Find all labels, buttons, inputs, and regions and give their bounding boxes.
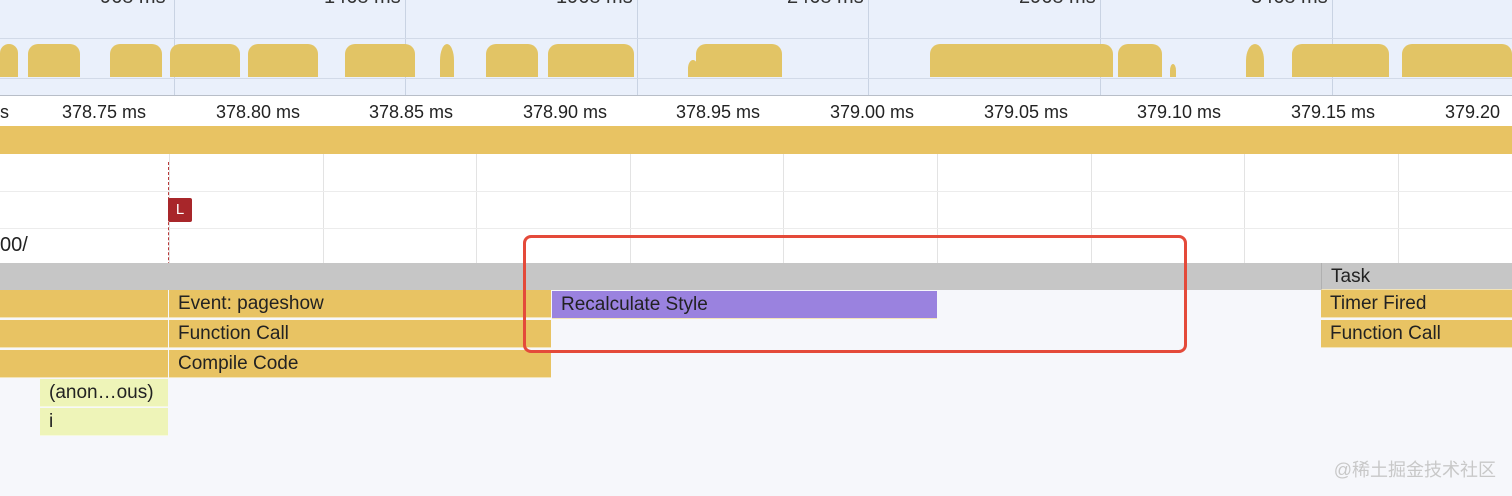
ruler-tick-label: s [0,102,9,122]
flame-bar-parent[interactable] [0,320,168,348]
ruler-tick-label: 378.90 ms [523,102,608,122]
cpu-activity-blob [1118,44,1162,77]
timer-fired-bar[interactable]: Timer Fired [1321,290,1512,318]
cpu-activity-blob [1402,44,1512,77]
track-url-fragment: 00/ [0,234,28,256]
cpu-activity-blob [110,44,162,77]
function-call-bar-right[interactable]: Function Call [1321,320,1512,348]
overview-gridline [868,0,869,96]
ruler-tick-label: 378.75 ms [62,102,147,122]
ruler-tick-label: 378.85 ms [369,102,454,122]
ruler-tick-label: 379.15 ms [1291,102,1376,122]
ruler-tick-label: 378.95 ms [676,102,761,122]
flame-bar-parent[interactable] [0,290,168,318]
ruler-tick-label: 378.80 ms [216,102,301,122]
cpu-activity-blob [1292,44,1389,77]
track-separator [0,191,1512,192]
overview-hline [0,78,1512,79]
cpu-activity-blob [0,44,18,77]
load-event-marker[interactable]: L [168,198,192,222]
track-separator [0,228,1512,229]
cpu-activity-spike [440,44,454,77]
ruler-tick-label: 379.05 ms [984,102,1069,122]
overview-time-label: 2468 ms [787,0,864,9]
function-i-bar[interactable]: i [40,408,168,436]
ruler-tick-label: 379.20 [1445,102,1501,122]
cpu-activity-blob [248,44,318,77]
overview-time-label: 2968 ms [1019,0,1096,9]
cpu-activity-blob [28,44,80,77]
anonymous-function-bar[interactable]: (anon…ous) [40,379,168,407]
main-activity-band[interactable] [0,126,1512,154]
cpu-activity-spike [1170,64,1176,77]
task-bar[interactable]: Task [1321,263,1512,290]
compile-code-bar[interactable]: Compile Code [169,350,551,378]
overview-gridline [637,0,638,96]
highlight-annotation-box [523,235,1187,353]
overview-hline [0,38,1512,39]
ruler-tick-label: 379.10 ms [1137,102,1222,122]
cpu-activity-blob [696,44,782,77]
cpu-activity-blob [170,44,240,77]
overview-time-label: 3468 ms [1251,0,1328,9]
overview-time-label: 968 ms [100,0,166,9]
event-pageshow-bar[interactable]: Event: pageshow [169,290,551,318]
overview-time-label: 1968 ms [556,0,633,9]
cpu-activity-blob [486,44,538,77]
cpu-activity-blob [930,44,1113,77]
cpu-activity-blob [548,44,634,77]
watermark: @稀土掘金技术社区 [1333,460,1496,480]
cpu-activity-blob [345,44,415,77]
time-ruler[interactable]: s 378.75 ms 378.80 ms 378.85 ms 378.90 m… [0,96,1512,127]
cpu-activity-spike [1246,44,1264,77]
function-call-bar[interactable]: Function Call [169,320,551,348]
ruler-tick-label: 379.00 ms [830,102,915,122]
overview-activity-strip[interactable]: 968 ms 1468 ms 1968 ms 2468 ms 2968 ms 3… [0,0,1512,96]
overview-time-label: 1468 ms [324,0,401,9]
flame-bar-parent[interactable] [0,350,168,378]
